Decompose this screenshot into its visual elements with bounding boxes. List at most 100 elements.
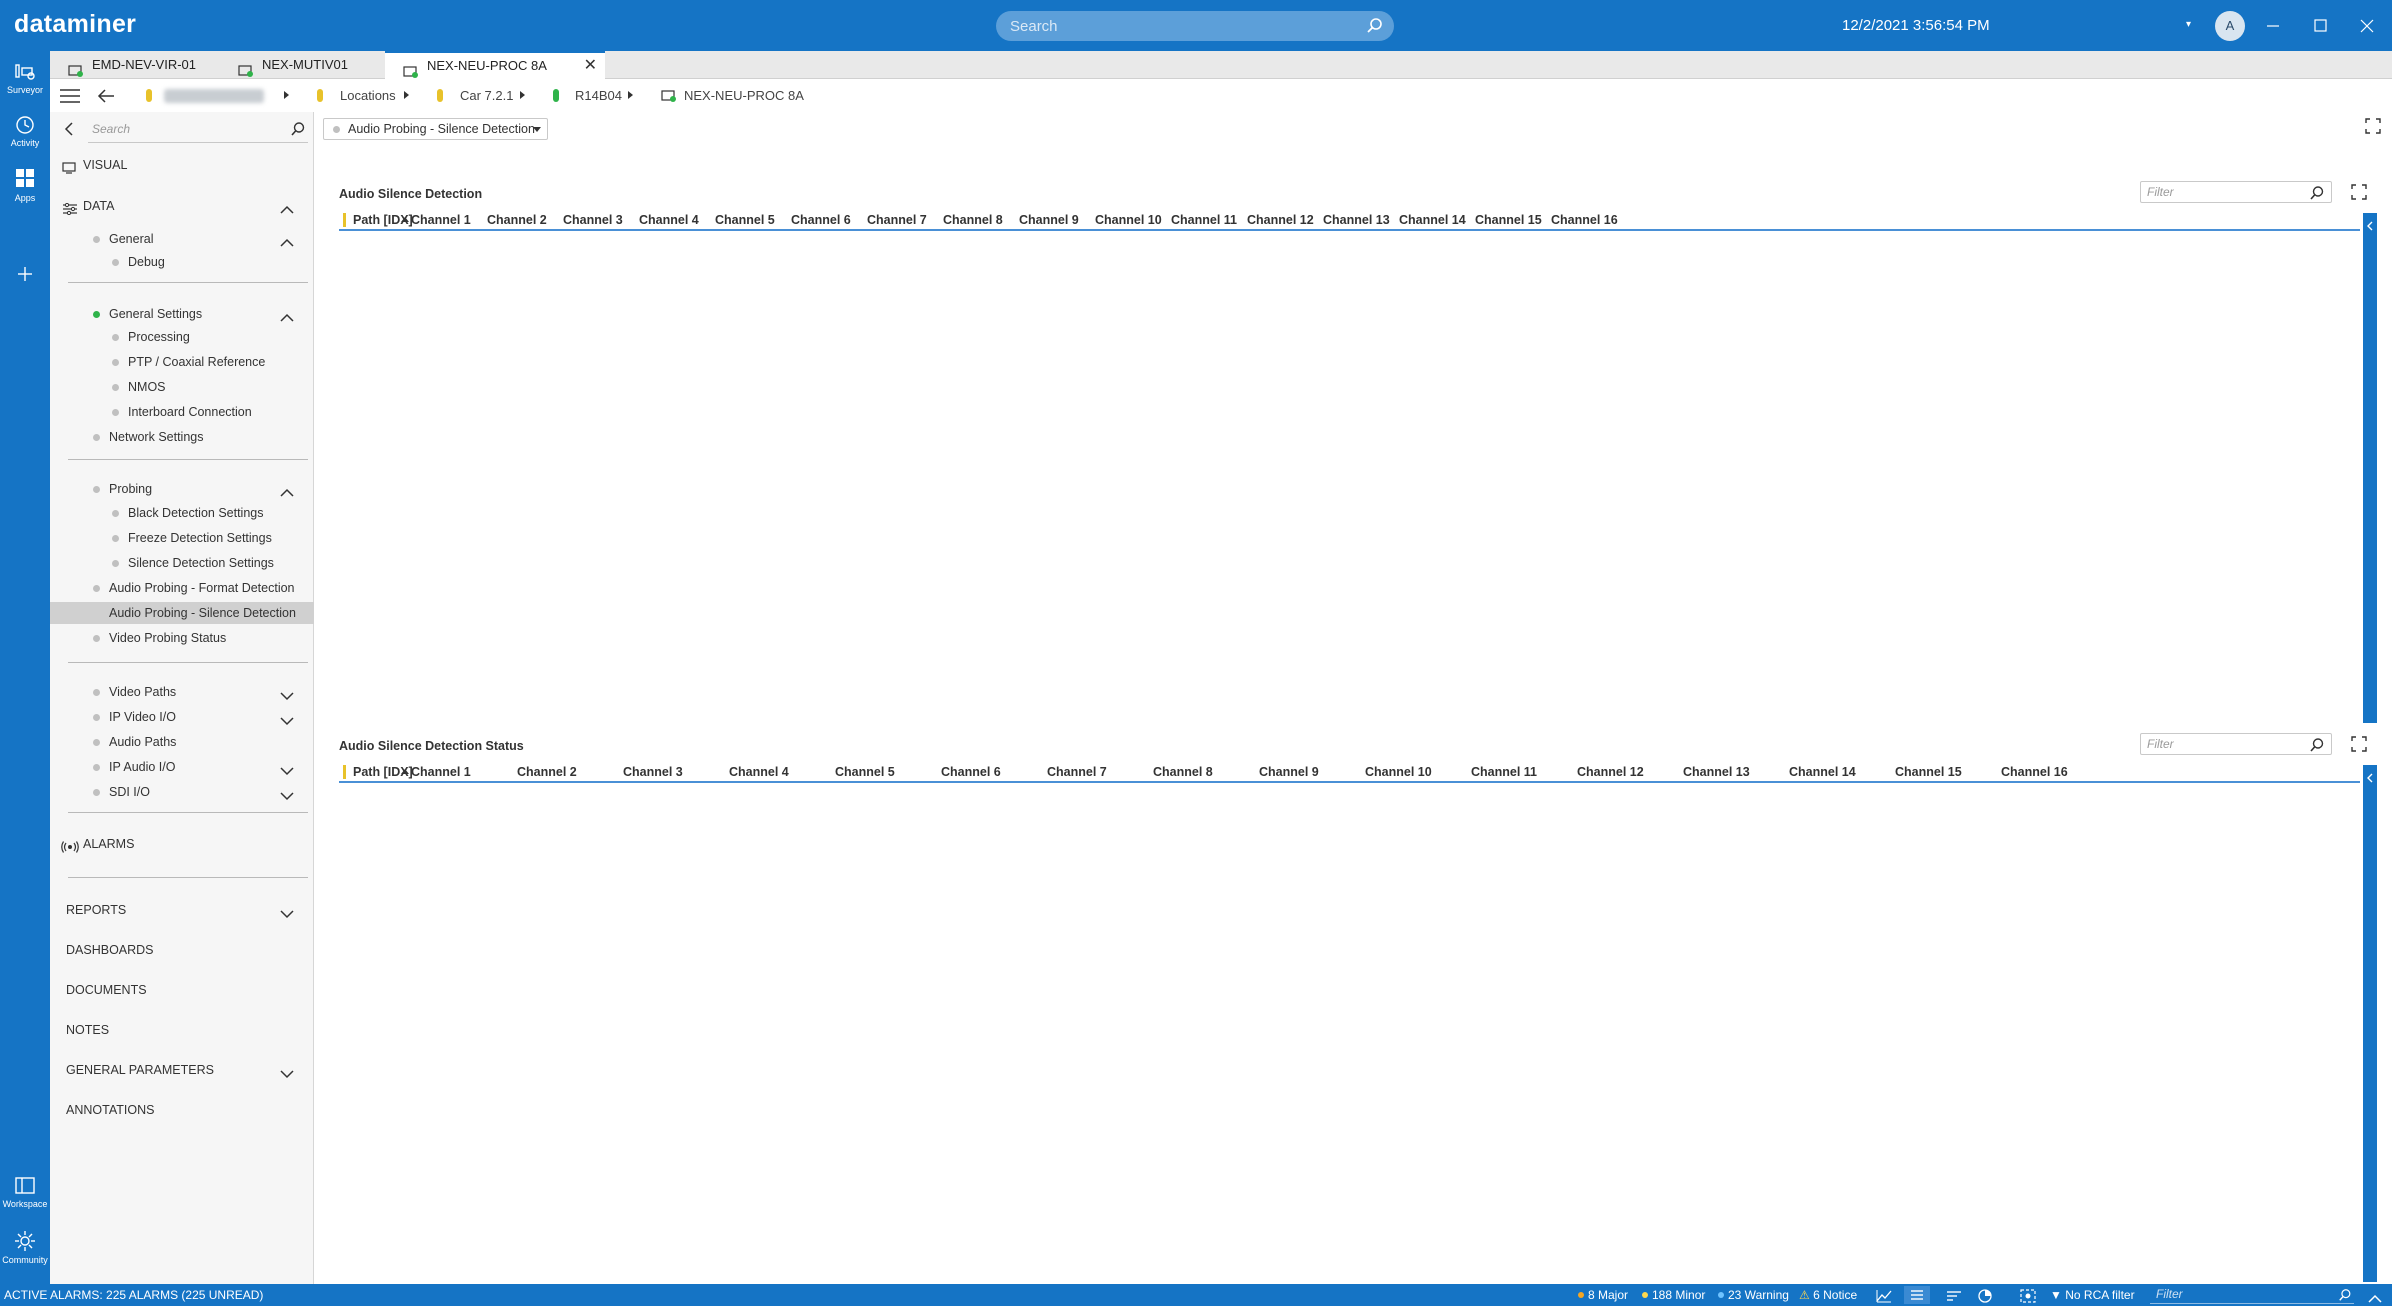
column-header-channel-16[interactable]: Channel 16 [2001, 765, 2068, 779]
sidebar-search-input[interactable] [92, 122, 272, 136]
column-header-channel-13[interactable]: Channel 13 [1323, 213, 1390, 227]
column-header-channel-9[interactable]: Channel 9 [1259, 765, 1319, 779]
search-icon[interactable] [1366, 17, 1384, 38]
column-header-channel-1[interactable]: Channel 1 [411, 213, 471, 227]
section-notes[interactable]: NOTES [50, 1019, 314, 1041]
global-search[interactable] [996, 11, 1394, 41]
avatar[interactable]: A [2215, 11, 2245, 41]
rail-apps[interactable]: Apps [0, 167, 50, 203]
active-alarms-summary[interactable]: ACTIVE ALARMS: 225 ALARMS (225 UNREAD) [4, 1284, 263, 1306]
column-header-channel-7[interactable]: Channel 7 [867, 213, 927, 227]
chevron-down-icon[interactable] [280, 904, 294, 926]
section-reports[interactable]: REPORTS [50, 899, 314, 921]
table-filter-input[interactable] [2147, 185, 2297, 199]
nav-probing[interactable]: Probing [50, 478, 314, 500]
clock-options-icon[interactable]: ▾ [2186, 19, 2191, 30]
global-search-input[interactable] [1010, 17, 1340, 35]
fullscreen-icon[interactable] [2365, 118, 2381, 134]
column-header-channel-2[interactable]: Channel 2 [517, 765, 577, 779]
nav-audio-silence-detection[interactable]: Audio Probing - Silence Detection [50, 602, 314, 624]
nav-ip-video-io[interactable]: IP Video I/O [50, 706, 314, 728]
alarm-filter[interactable] [2150, 1286, 2354, 1304]
column-header-channel-8[interactable]: Channel 8 [1153, 765, 1213, 779]
search-icon[interactable] [290, 121, 306, 140]
close-window-button[interactable] [2354, 13, 2380, 39]
chevron-down-icon[interactable] [280, 686, 294, 708]
column-header-channel-4[interactable]: Channel 4 [729, 765, 789, 779]
nav-data[interactable]: DATA [50, 195, 314, 217]
section-dashboards[interactable]: DASHBOARDS [50, 939, 314, 961]
section-documents[interactable]: DOCUMENTS [50, 979, 314, 1001]
back-arrow-icon[interactable] [97, 88, 115, 107]
column-header-channel-14[interactable]: Channel 14 [1789, 765, 1856, 779]
rail-surveyor[interactable]: Surveyor [0, 61, 50, 95]
sort-ascending-icon[interactable] [401, 217, 409, 222]
fullscreen-icon[interactable] [2351, 736, 2367, 752]
rail-activity[interactable]: Activity [0, 114, 50, 148]
crumb-locations[interactable]: Locations [340, 88, 396, 103]
search-icon[interactable] [2309, 185, 2325, 204]
table-filter[interactable] [2140, 733, 2332, 755]
crumb-element[interactable]: NEX-NEU-PROC 8A [684, 88, 804, 103]
maximize-button[interactable] [2307, 13, 2333, 39]
column-header-channel-11[interactable]: Channel 11 [1171, 213, 1237, 227]
chevron-up-icon[interactable] [280, 200, 294, 222]
page-selector-dropdown[interactable]: Audio Probing - Silence Detection [323, 118, 548, 140]
column-panel-scrollbar[interactable] [2363, 765, 2377, 1282]
column-header-channel-16[interactable]: Channel 16 [1551, 213, 1618, 227]
column-header-channel-1[interactable]: Channel 1 [411, 765, 471, 779]
search-icon[interactable] [2338, 1287, 2352, 1306]
sidebar-search[interactable] [88, 117, 308, 143]
minor-count[interactable]: 188 Minor [1642, 1284, 1705, 1306]
nav-general[interactable]: General [50, 228, 314, 250]
column-header-channel-10[interactable]: Channel 10 [1095, 213, 1162, 227]
nav-network-settings[interactable]: Network Settings [50, 426, 314, 448]
column-header-channel-5[interactable]: Channel 5 [715, 213, 775, 227]
column-header-channel-7[interactable]: Channel 7 [1047, 765, 1107, 779]
table-filter[interactable] [2140, 181, 2332, 203]
nav-freeze-detection[interactable]: Freeze Detection Settings [50, 527, 314, 549]
chevron-down-icon[interactable] [280, 761, 294, 783]
column-header-channel-8[interactable]: Channel 8 [943, 213, 1003, 227]
column-header-channel-6[interactable]: Channel 6 [791, 213, 851, 227]
column-header-channel-5[interactable]: Channel 5 [835, 765, 895, 779]
major-count[interactable]: 8 Major [1578, 1284, 1628, 1306]
tab-nex-neu-proc-8a[interactable]: NEX-NEU-PROC 8A ✕ [385, 51, 605, 79]
hamburger-icon[interactable] [60, 89, 80, 106]
nav-debug[interactable]: Debug [50, 251, 314, 273]
nav-sdi-io[interactable]: SDI I/O [50, 781, 314, 803]
rca-filter[interactable]: ▼ No RCA filter [2050, 1284, 2135, 1306]
search-icon[interactable] [2309, 737, 2325, 756]
chevron-down-icon[interactable] [280, 786, 294, 808]
alarm-filter-input[interactable] [2156, 1287, 2316, 1301]
nav-silence-detection[interactable]: Silence Detection Settings [50, 552, 314, 574]
column-panel-scrollbar[interactable] [2363, 213, 2377, 723]
chevron-down-icon[interactable] [280, 1064, 294, 1086]
column-header-channel-3[interactable]: Channel 3 [623, 765, 683, 779]
column-header-channel-13[interactable]: Channel 13 [1683, 765, 1750, 779]
chevron-up-icon[interactable] [2368, 1289, 2382, 1306]
rail-workspace[interactable]: Workspace [0, 1175, 50, 1209]
sort-icon[interactable] [1946, 1288, 1962, 1306]
section-general-parameters[interactable]: GENERAL PARAMETERS [50, 1059, 314, 1081]
table-filter-input[interactable] [2147, 737, 2297, 751]
add-icon[interactable] [0, 263, 50, 287]
focus-icon[interactable] [2020, 1288, 2036, 1306]
column-header-channel-10[interactable]: Channel 10 [1365, 765, 1432, 779]
nav-nmos[interactable]: NMOS [50, 376, 314, 398]
history-icon[interactable] [1978, 1288, 1992, 1306]
crumb-car[interactable]: Car 7.2.1 [460, 88, 513, 103]
column-header-channel-14[interactable]: Channel 14 [1399, 213, 1466, 227]
column-header-channel-15[interactable]: Channel 15 [1475, 213, 1542, 227]
close-icon[interactable]: ✕ [584, 53, 597, 79]
chevron-left-icon[interactable] [2366, 219, 2374, 234]
collapse-back-icon[interactable] [64, 122, 74, 139]
column-header-channel-3[interactable]: Channel 3 [563, 213, 623, 227]
nav-interboard[interactable]: Interboard Connection [50, 401, 314, 423]
column-header-channel-6[interactable]: Channel 6 [941, 765, 1001, 779]
warning-count[interactable]: 23 Warning [1718, 1284, 1789, 1306]
nav-black-detection[interactable]: Black Detection Settings [50, 502, 314, 524]
minimize-button[interactable] [2260, 13, 2286, 39]
nav-ip-audio-io[interactable]: IP Audio I/O [50, 756, 314, 778]
column-header-channel-15[interactable]: Channel 15 [1895, 765, 1962, 779]
